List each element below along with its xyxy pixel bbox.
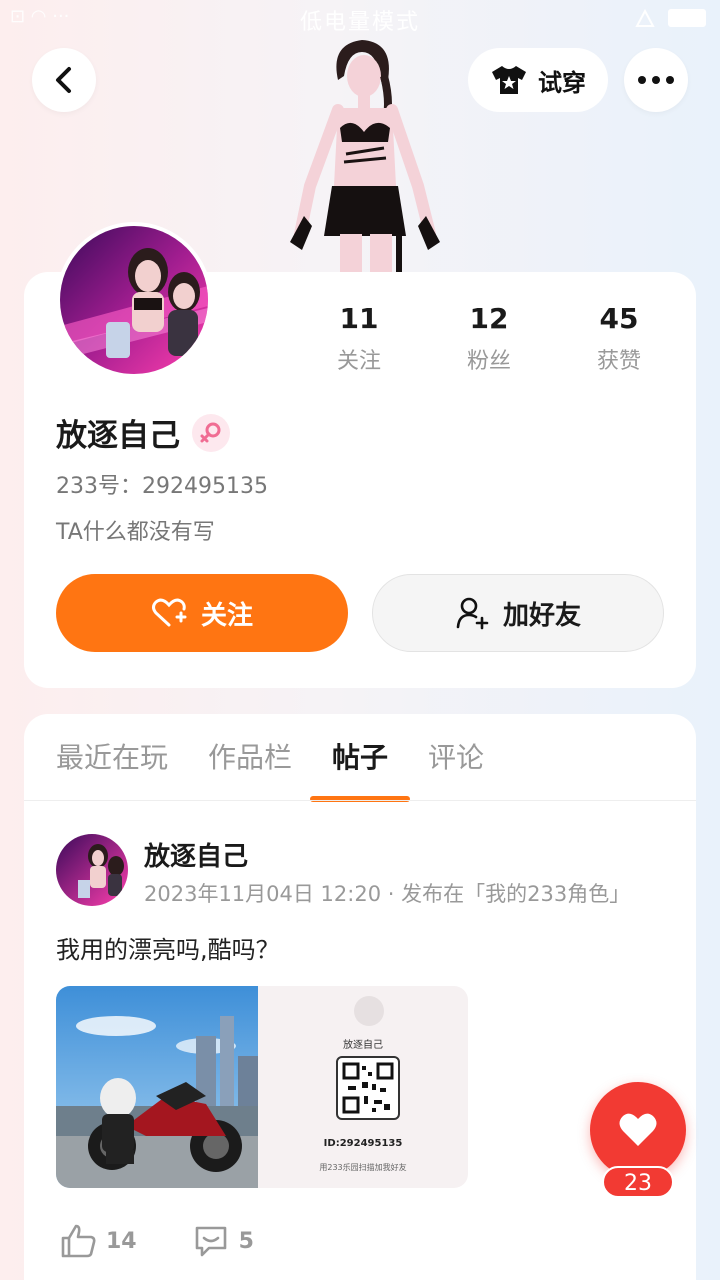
- profile-bio: TA什么都没有写: [56, 520, 215, 545]
- tshirt-icon: [492, 66, 526, 94]
- character-avatar-3d[interactable]: [280, 36, 450, 272]
- content-tabs: 最近在玩 作品栏 帖子 评论: [56, 736, 484, 802]
- post-avatar-image: [56, 834, 128, 906]
- follow-button[interactable]: 关注: [56, 574, 348, 652]
- post-image-motorcycle[interactable]: [56, 986, 258, 1188]
- avatar-image: [60, 226, 208, 374]
- profile-name-row: 放逐自己: [56, 410, 230, 455]
- post-images[interactable]: 放逐自己 ID:292495135 用233乐园扫描加我好友: [56, 986, 468, 1188]
- heart-icon: [619, 1113, 657, 1146]
- stat-likes-label: 获赞: [596, 349, 641, 374]
- female-gender-icon: [192, 413, 230, 452]
- tab-works[interactable]: 作品栏: [208, 736, 292, 776]
- card-hint: 用233乐园扫描加我好友: [319, 1163, 407, 1172]
- try-on-label: 试穿: [538, 68, 586, 97]
- stat-likes-count: 45: [599, 302, 639, 335]
- post-comment-count: 5: [238, 1228, 254, 1254]
- post-actions: 14 5: [60, 1224, 254, 1258]
- stat-fans[interactable]: 12 粉丝: [424, 302, 554, 375]
- stat-fans-count: 12: [469, 302, 509, 335]
- tab-posts[interactable]: 帖子: [310, 736, 411, 802]
- back-button[interactable]: [32, 48, 96, 112]
- battery-icon: [668, 9, 706, 27]
- profile-stats: 11 关注 12 粉丝 45 获赞: [294, 302, 684, 375]
- qr-code-icon: [336, 1056, 400, 1120]
- stat-following[interactable]: 11 关注: [294, 302, 424, 375]
- profile-name: 放逐自己: [56, 418, 180, 454]
- post-image-friend-card[interactable]: 放逐自己 ID:292495135 用233乐园扫描加我好友: [258, 986, 468, 1188]
- card-id: ID:292495135: [323, 1138, 403, 1149]
- thumbs-up-icon: [61, 1224, 96, 1258]
- profile-id: 233号：292495135: [56, 474, 268, 499]
- stat-following-count: 11: [339, 302, 379, 335]
- card-avatar-placeholder: [354, 996, 384, 1026]
- stat-fans-label: 粉丝: [466, 349, 511, 374]
- comment-icon: [195, 1226, 226, 1257]
- tabs-divider: [24, 800, 696, 801]
- post-like-count: 14: [106, 1228, 137, 1254]
- feed-card: 最近在玩 作品栏 帖子 评论 放逐自己 2023年11月04日 12:20 · …: [24, 714, 696, 1280]
- follow-label: 关注: [200, 600, 253, 631]
- more-options-button[interactable]: [624, 48, 688, 112]
- try-on-button[interactable]: 试穿: [468, 48, 608, 112]
- more-dots-icon: [638, 76, 674, 84]
- status-bar: ⊡ ◠ ··· 低电量模式: [0, 0, 720, 36]
- post-like-button[interactable]: 14: [60, 1224, 137, 1258]
- back-arrow-icon: [56, 67, 71, 93]
- like-profile-button[interactable]: [590, 1082, 686, 1178]
- post-comment-button[interactable]: 5: [193, 1224, 254, 1258]
- stat-likes[interactable]: 45 获赞: [554, 302, 684, 375]
- add-user-icon: [456, 597, 489, 630]
- alarm-icon: [635, 8, 655, 27]
- card-name: 放逐自己: [343, 1040, 383, 1051]
- profile-avatar[interactable]: [56, 222, 212, 378]
- stat-following-label: 关注: [336, 349, 381, 374]
- tab-comments[interactable]: 评论: [428, 736, 484, 776]
- post-meta: 2023年11月04日 12:20 · 发布在「我的233角色」: [144, 882, 631, 906]
- low-power-mode-label: 低电量模式: [299, 10, 420, 35]
- add-friend-label: 加好友: [502, 600, 581, 631]
- like-profile-count: 23: [602, 1166, 674, 1198]
- post-text: 我用的漂亮吗,酷吗？: [56, 936, 280, 964]
- add-friend-button[interactable]: 加好友: [372, 574, 664, 652]
- heart-plus-icon: [151, 598, 187, 627]
- post-author-avatar[interactable]: [56, 834, 128, 906]
- post-author-name[interactable]: 放逐自己: [144, 836, 248, 873]
- tab-recently-played[interactable]: 最近在玩: [56, 736, 168, 776]
